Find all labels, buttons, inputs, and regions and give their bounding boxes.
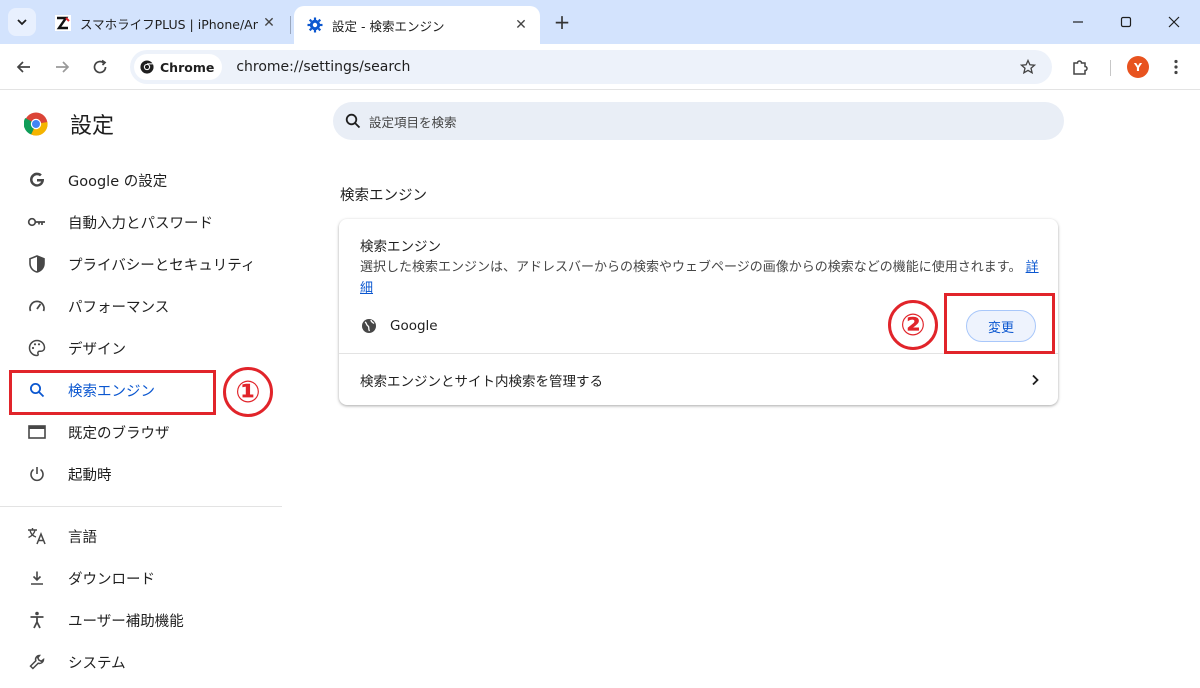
power-icon — [26, 463, 48, 485]
manage-search-engines-row[interactable]: 検索エンジンとサイト内検索を管理する — [360, 362, 1040, 398]
smartlife-favicon-icon — [54, 14, 72, 32]
menu-button[interactable] — [1162, 53, 1190, 81]
tab-title: スマホライフPLUS | iPhone/Android — [80, 16, 258, 32]
translate-icon — [26, 525, 48, 547]
sidebar-item-appearance[interactable]: デザイン — [0, 328, 282, 368]
manage-search-engines-label: 検索エンジンとサイト内検索を管理する — [360, 374, 603, 390]
annotation-marker-2: ② — [888, 300, 938, 350]
settings-gear-icon — [306, 16, 324, 34]
tab-separator — [290, 16, 291, 34]
section-title: 検索エンジン — [340, 188, 427, 204]
annotation-highlight-2 — [944, 293, 1055, 354]
sidebar-item-performance[interactable]: パフォーマンス — [0, 286, 282, 326]
card-description-text: 選択した検索エンジンは、アドレスバーからの検索やウェブページの画像からの検索など… — [360, 260, 1022, 275]
sidebar-item-label: ユーザー補助機能 — [68, 613, 184, 630]
annotation-highlight-1 — [9, 370, 216, 415]
search-icon — [345, 113, 361, 129]
minimize-button[interactable] — [1058, 8, 1098, 36]
kebab-menu-icon — [1174, 59, 1178, 75]
back-button[interactable] — [10, 53, 38, 81]
sidebar-item-label: 既定のブラウザ — [68, 425, 170, 442]
tab-smartlife[interactable]: スマホライフPLUS | iPhone/Android ✕ — [44, 6, 288, 40]
globe-icon — [360, 317, 378, 335]
forward-button[interactable] — [48, 53, 76, 81]
chip-label: Chrome — [160, 59, 215, 75]
tab-strip: スマホライフPLUS | iPhone/Android ✕ 設定 - 検索エンジ… — [0, 0, 1200, 44]
toolbar-divider — [1110, 60, 1111, 76]
maximize-icon — [1120, 16, 1132, 28]
sidebar-item-label: システム — [68, 655, 126, 672]
chevron-down-icon — [17, 19, 27, 26]
sidebar-item-label: Google の設定 — [68, 173, 168, 190]
settings-search-input[interactable]: 設定項目を検索 — [333, 102, 1064, 140]
wrench-icon — [26, 651, 48, 673]
address-bar[interactable]: Chrome chrome://settings/search — [130, 50, 1052, 84]
tab-search-button[interactable] — [8, 8, 36, 36]
gauge-icon — [26, 295, 48, 317]
settings-header: 設定 — [24, 108, 114, 140]
reload-icon — [93, 59, 107, 74]
current-engine: Google — [360, 317, 438, 335]
extensions-button[interactable] — [1066, 53, 1094, 81]
shield-icon — [26, 253, 48, 275]
card-description: 選択した検索エンジンは、アドレスバーからの検索やウェブページの画像からの検索など… — [360, 257, 1040, 299]
browser-window-icon — [26, 421, 48, 443]
annotation-marker-1: ① — [223, 367, 273, 417]
close-tab-icon[interactable]: ✕ — [510, 14, 532, 36]
tab-settings[interactable]: 設定 - 検索エンジン ✕ — [294, 6, 540, 44]
key-icon — [26, 211, 48, 233]
sidebar-item-label: プライバシーとセキュリティ — [68, 257, 256, 274]
chevron-right-icon — [1032, 374, 1039, 386]
maximize-button[interactable] — [1106, 8, 1146, 36]
sidebar-item-downloads[interactable]: ダウンロード — [0, 558, 282, 598]
close-icon — [1168, 16, 1180, 28]
tab-title: 設定 - 検索エンジン — [332, 18, 445, 34]
current-engine-name: Google — [390, 318, 438, 334]
sidebar-item-privacy[interactable]: プライバシーとセキュリティ — [0, 244, 282, 284]
sidebar-item-languages[interactable]: 言語 — [0, 516, 282, 556]
new-tab-button[interactable]: + — [550, 10, 574, 34]
sidebar-divider — [0, 506, 282, 507]
puzzle-icon — [1073, 60, 1088, 75]
chrome-logo-icon — [140, 60, 154, 74]
profile-avatar[interactable]: Y — [1127, 56, 1149, 78]
close-window-button[interactable] — [1154, 8, 1194, 36]
sidebar-item-label: パフォーマンス — [68, 299, 170, 316]
sidebar-item-label: 起動時 — [68, 467, 112, 484]
url-text: chrome://settings/search — [236, 59, 411, 75]
search-placeholder: 設定項目を検索 — [369, 114, 457, 130]
sidebar-item-label: 言語 — [68, 529, 97, 546]
page-title: 設定 — [70, 114, 115, 139]
site-info-chip[interactable]: Chrome — [134, 54, 223, 80]
chrome-logo-icon — [24, 112, 48, 136]
arrow-left-icon — [16, 61, 30, 73]
sidebar-item-label: デザイン — [68, 341, 126, 358]
sidebar-item-default-browser[interactable]: 既定のブラウザ — [0, 412, 282, 452]
accessibility-icon — [26, 609, 48, 631]
sidebar-item-accessibility[interactable]: ユーザー補助機能 — [0, 600, 282, 640]
card-heading: 検索エンジン — [360, 239, 441, 255]
arrow-right-icon — [56, 61, 70, 73]
sidebar-item-autofill[interactable]: 自動入力とパスワード — [0, 202, 282, 242]
bookmark-star-icon[interactable] — [1018, 57, 1038, 77]
google-g-icon — [26, 169, 48, 191]
close-tab-icon[interactable]: ✕ — [258, 12, 280, 34]
sidebar-item-label: ダウンロード — [68, 571, 155, 588]
sidebar-item-google[interactable]: Google の設定 — [0, 160, 282, 200]
minimize-icon — [1073, 21, 1083, 23]
browser-toolbar: Chrome chrome://settings/search Y — [0, 44, 1200, 90]
sidebar-item-system[interactable]: システム — [0, 642, 282, 682]
settings-page: 設定 設定項目を検索 Google の設定 自動入力とパスワード プライバシーと… — [0, 90, 1200, 688]
sidebar-item-on-startup[interactable]: 起動時 — [0, 454, 282, 494]
reload-button[interactable] — [86, 53, 114, 81]
palette-icon — [26, 337, 48, 359]
sidebar-item-label: 自動入力とパスワード — [68, 215, 213, 232]
download-icon — [26, 567, 48, 589]
